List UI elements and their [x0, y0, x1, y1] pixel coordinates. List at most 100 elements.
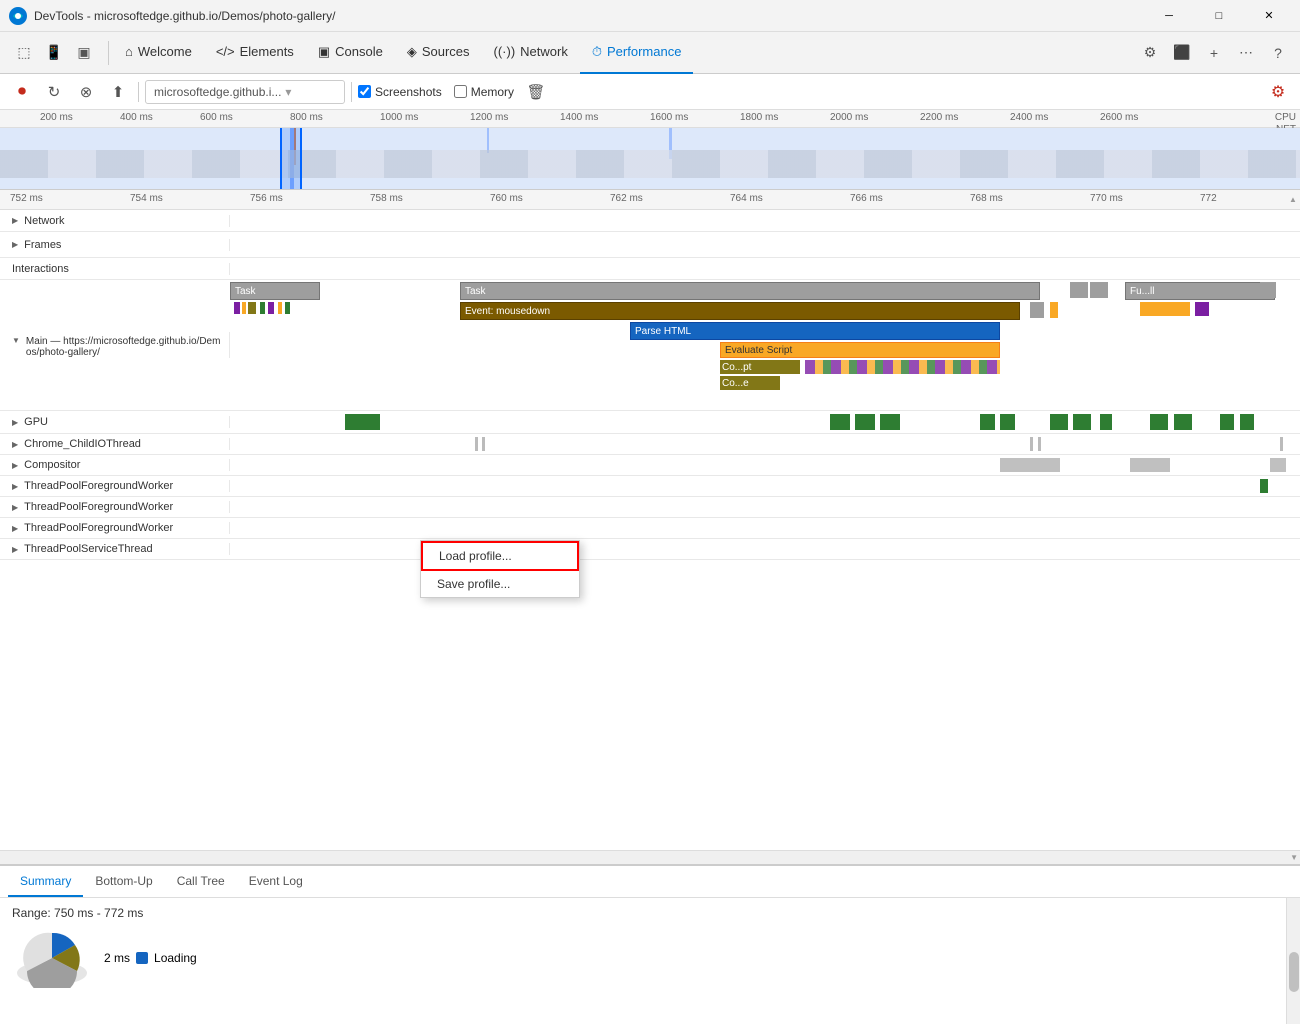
sidebar-icon[interactable]: ▣ [70, 39, 98, 67]
track-service-label[interactable]: ThreadPoolServiceThread [0, 543, 230, 555]
tab-calltree[interactable]: Call Tree [165, 867, 237, 897]
window-controls: ─ □ ✕ [1146, 0, 1292, 32]
ruler-mark-800: 800 ms [290, 112, 323, 123]
mini-bar-green-2 [285, 302, 290, 314]
add-tab-icon[interactable]: + [1200, 39, 1228, 67]
track-gpu-label[interactable]: GPU [0, 416, 230, 428]
track-childio-label[interactable]: Chrome_ChildIOThread [0, 438, 230, 450]
cpu-label: CPU [1275, 112, 1296, 123]
delete-icon[interactable]: 🗑 [522, 78, 550, 106]
load-profile-item[interactable]: Load profile... [421, 541, 579, 571]
bottom-tabs: Summary Bottom-Up Call Tree Event Log [0, 866, 1300, 898]
help-icon[interactable]: ? [1264, 39, 1292, 67]
bottom-scrollbar-thumb[interactable] [1289, 952, 1299, 992]
track-main-label[interactable]: Main — https://microsoftedge.github.io/D… [0, 332, 230, 358]
tab-network[interactable]: ((·)) Network [482, 32, 580, 74]
screencast-icon[interactable]: ⬚ [10, 39, 38, 67]
device-emulation-icon[interactable]: 📱 [40, 39, 68, 67]
upload-button[interactable]: ⬆ [104, 78, 132, 106]
compositor-bar-2 [1130, 458, 1170, 472]
minimize-button[interactable]: ─ [1146, 0, 1192, 32]
save-profile-item[interactable]: Save profile... [421, 571, 579, 597]
scroll-down-icon[interactable]: ▼ [1290, 853, 1298, 862]
gpu-block-13 [1240, 414, 1254, 430]
tab-bottomup[interactable]: Bottom-Up [83, 867, 164, 897]
ruler-mark-1400: 1400 ms [560, 112, 598, 123]
detail-mark-760: 760 ms [490, 193, 523, 204]
timeline-content[interactable] [0, 128, 1300, 190]
gpu-block-1 [345, 414, 380, 430]
dock-icon[interactable]: ⬛ [1168, 39, 1196, 67]
performance-icon: ⏱ [592, 44, 602, 60]
tab-summary[interactable]: Summary [8, 867, 83, 897]
gray-bar-2 [1070, 282, 1088, 298]
gpu-block-5 [980, 414, 995, 430]
summary-row: 2 ms Loading [12, 928, 1274, 988]
ruler-mark-2400: 2400 ms [1010, 112, 1048, 123]
track-thread2-label[interactable]: ThreadPoolForegroundWorker [0, 501, 230, 513]
gpu-block-3 [855, 414, 875, 430]
tab-console[interactable]: ▣ Console [306, 32, 395, 74]
tab-elements[interactable]: </> Elements [204, 32, 306, 74]
more-icon[interactable]: ⋯ [1232, 39, 1260, 67]
ruler-mark-1600: 1600 ms [650, 112, 688, 123]
devtools-main: 200 ms 400 ms 600 ms 800 ms 1000 ms 1200… [0, 110, 1300, 864]
settings-gear-icon[interactable]: ⚙ [1136, 39, 1164, 67]
event-mousedown-bar: Event: mousedown [460, 302, 1020, 320]
ruler-mark-2200: 2200 ms [920, 112, 958, 123]
childio-bar-3 [1030, 437, 1033, 451]
childio-bar-2 [482, 437, 485, 451]
track-compositor-row: Compositor [0, 455, 1300, 476]
gpu-block-2 [830, 414, 850, 430]
reload-record-button[interactable]: ↻ [40, 78, 68, 106]
ruler-mark-1200: 1200 ms [470, 112, 508, 123]
detail-mark-764: 764 ms [730, 193, 763, 204]
devtools-icons: ⬚ 📱 ▣ [4, 39, 104, 67]
childio-bar-1 [475, 437, 478, 451]
scroll-up-icon[interactable]: ▲ [1286, 190, 1300, 209]
detail-mark-768: 768 ms [970, 193, 1003, 204]
detail-mark-766: 766 ms [850, 193, 883, 204]
track-frames-row: Frames 33.1 ms 66.8 ms [0, 232, 1300, 258]
task-bar-1: Task [230, 282, 320, 300]
track-childio-content [230, 434, 1286, 454]
compositor-bar-1 [1000, 458, 1060, 472]
gpu-block-6 [1000, 414, 1015, 430]
tab-bar: ⬚ 📱 ▣ ⌂ Welcome </> Elements ▣ Console ◈… [0, 32, 1300, 74]
track-network-label[interactable]: Network [0, 215, 230, 227]
range-text: Range: 750 ms - 772 ms [12, 906, 1274, 920]
compile-bar-1: Co...pt [720, 360, 800, 374]
record-button[interactable]: ⏺ [8, 78, 36, 106]
gpu-block-9 [1100, 414, 1112, 430]
detail-timeline: 752 ms 754 ms 756 ms 758 ms 760 ms 762 m… [0, 190, 1300, 864]
memory-checkbox[interactable]: Memory [454, 85, 514, 99]
screenshots-checkbox[interactable]: Screenshots [358, 85, 442, 99]
detail-mark-754: 754 ms [130, 193, 163, 204]
detail-mark-758: 758 ms [370, 193, 403, 204]
maximize-button[interactable]: □ [1196, 0, 1242, 32]
track-thread1-label[interactable]: ThreadPoolForegroundWorker [0, 480, 230, 492]
performance-toolbar: ⏺ ↻ ⊗ ⬆ microsoftedge.github.i... ▾ Scre… [0, 74, 1300, 110]
tab-eventlog[interactable]: Event Log [237, 867, 315, 897]
ruler-mark-1000: 1000 ms [380, 112, 418, 123]
tab-sources[interactable]: ◈ Sources [395, 32, 482, 74]
track-frames-label[interactable]: Frames [0, 239, 230, 251]
summary-pie-chart [12, 928, 92, 988]
bottom-scrollbar[interactable] [1286, 898, 1300, 1024]
mini-bar-green-1 [260, 302, 265, 314]
track-interactions-label[interactable]: Interactions [0, 263, 230, 275]
performance-settings-icon[interactable]: ⚙ [1264, 78, 1292, 106]
tab-welcome[interactable]: ⌂ Welcome [113, 32, 204, 74]
clear-button[interactable]: ⊗ [72, 78, 100, 106]
sources-icon: ◈ [407, 44, 417, 60]
ruler-mark-1800: 1800 ms [740, 112, 778, 123]
track-compositor-label[interactable]: Compositor [0, 459, 230, 471]
track-interactions-row: Interactions [0, 258, 1300, 280]
purple-bar-main [1195, 302, 1209, 316]
url-dropdown-icon[interactable]: ▾ [285, 85, 291, 99]
track-thread3-label[interactable]: ThreadPoolForegroundWorker [0, 522, 230, 534]
ruler-mark-2000: 2000 ms [830, 112, 868, 123]
tab-performance[interactable]: ⏱ Performance [580, 32, 694, 74]
gray-bar-1 [1030, 302, 1044, 318]
close-button[interactable]: ✕ [1246, 0, 1292, 32]
